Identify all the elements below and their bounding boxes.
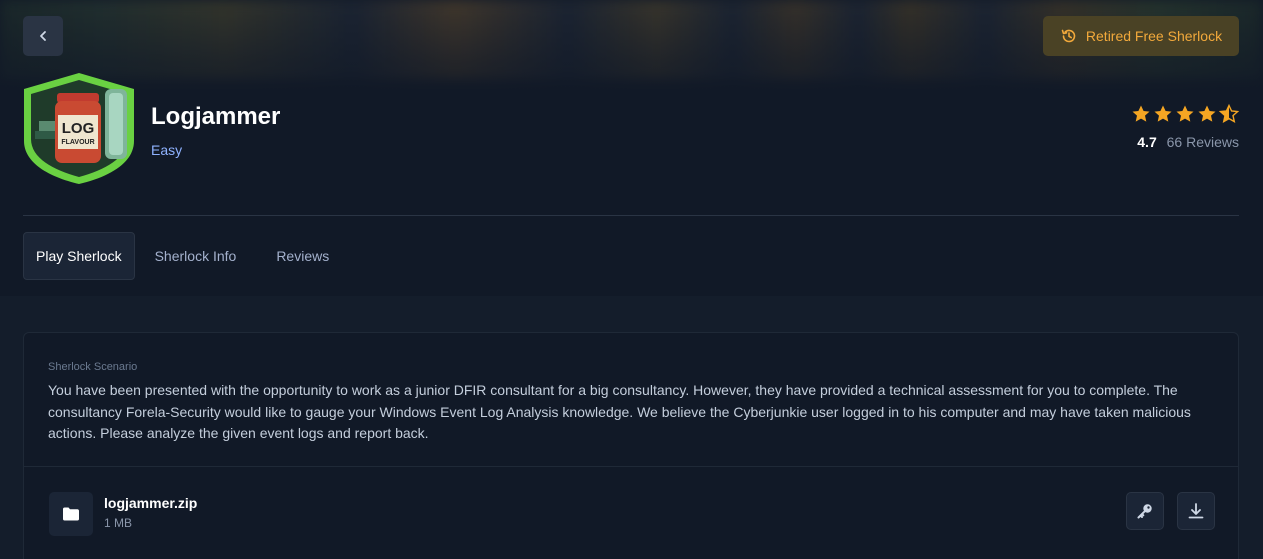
tab-play-sherlock[interactable]: Play Sherlock bbox=[23, 232, 135, 280]
badge-log-text: LOG bbox=[62, 120, 95, 137]
rating-block: 4.7 66 Reviews bbox=[1131, 104, 1239, 150]
header-divider bbox=[23, 215, 1239, 216]
rating-value: 4.7 bbox=[1137, 134, 1157, 150]
badge-flavour-text: FLAVOUR bbox=[61, 139, 94, 146]
folder-icon bbox=[63, 507, 79, 521]
rating-stars bbox=[1131, 104, 1239, 124]
tab-reviews[interactable]: Reviews bbox=[256, 232, 349, 280]
scenario-text: You have been presented with the opportu… bbox=[48, 382, 1191, 441]
password-key-button[interactable] bbox=[1126, 492, 1164, 530]
scenario-label: Sherlock Scenario bbox=[48, 361, 138, 373]
chevron-left-icon bbox=[40, 31, 46, 41]
star-half-icon bbox=[1219, 104, 1239, 123]
back-button[interactable] bbox=[23, 16, 63, 56]
star-full-icon bbox=[1154, 105, 1172, 122]
star-full-icon bbox=[1176, 105, 1194, 122]
reviews-count[interactable]: 66 Reviews bbox=[1167, 134, 1239, 150]
star-full-icon bbox=[1198, 105, 1216, 122]
star-full-icon bbox=[1132, 105, 1150, 122]
download-button[interactable] bbox=[1177, 492, 1215, 530]
history-icon bbox=[1061, 29, 1076, 43]
retired-free-sherlock-button[interactable]: Retired Free Sherlock bbox=[1043, 16, 1239, 56]
retired-free-sherlock-label: Retired Free Sherlock bbox=[1085, 28, 1223, 44]
tab-bar: Play Sherlock Sherlock Info Reviews bbox=[23, 232, 349, 280]
difficulty-label[interactable]: Easy bbox=[151, 142, 182, 158]
file-size: 1 MB bbox=[104, 516, 133, 530]
file-name: logjammer.zip bbox=[104, 495, 198, 511]
download-icon bbox=[1188, 503, 1204, 519]
sherlock-title: Logjammer bbox=[151, 103, 281, 130]
scenario-card: Sherlock Scenario You have been presente… bbox=[23, 332, 1239, 559]
sherlock-badge-logo: LOG FLAVOUR bbox=[24, 73, 134, 184]
file-icon-box bbox=[49, 492, 93, 536]
key-icon bbox=[1137, 504, 1152, 519]
tab-sherlock-info[interactable]: Sherlock Info bbox=[135, 232, 257, 280]
card-divider bbox=[24, 466, 1238, 467]
